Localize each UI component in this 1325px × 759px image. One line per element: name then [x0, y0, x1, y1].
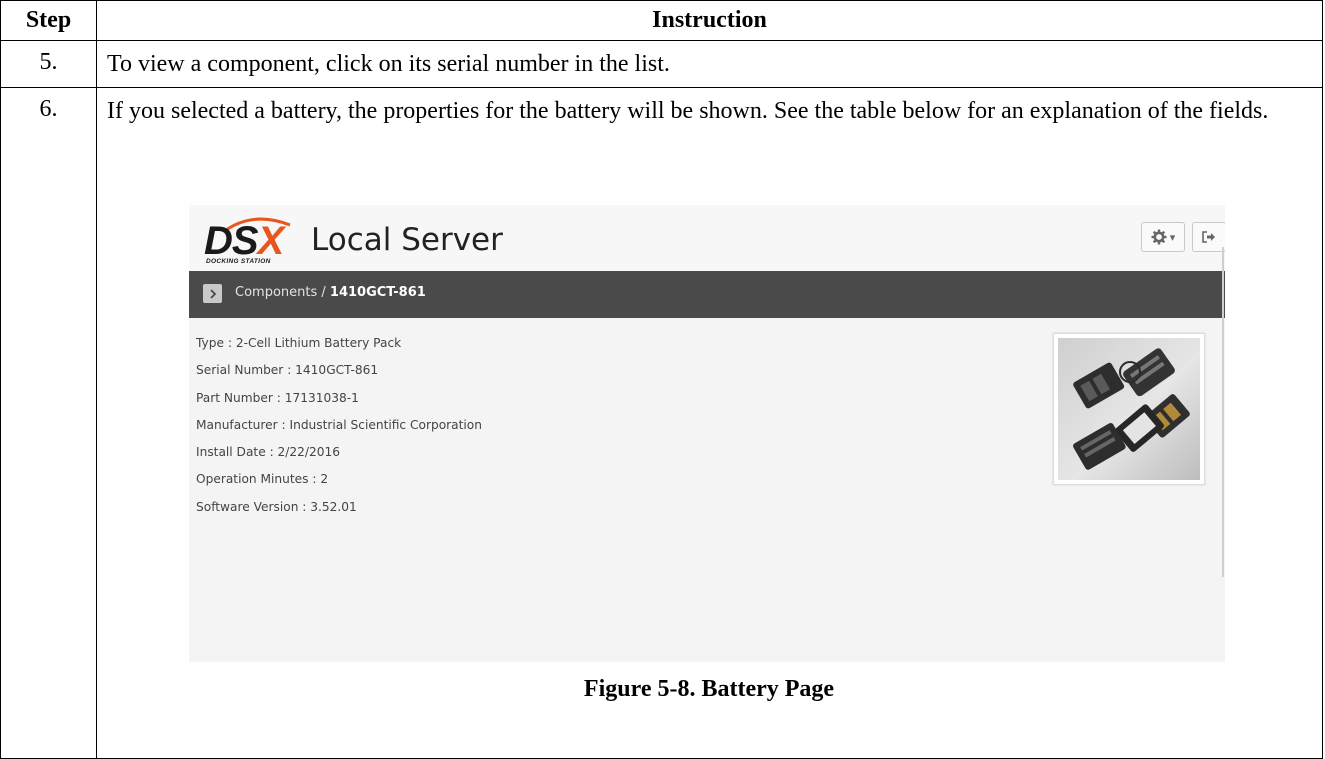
property-software-version: Software Version : 3.52.01: [196, 499, 357, 514]
instruction-text: To view a component, click on its serial…: [96, 40, 1323, 88]
breadcrumb: Components / 1410GCT-861: [189, 271, 1225, 318]
table-header-row: Step Instruction: [0, 0, 1323, 41]
property-operation-minutes: Operation Minutes : 2: [196, 472, 329, 487]
app-header: DSX DOCKING STATION Local Server ▾: [189, 205, 1225, 271]
property-part-number: Part Number : 17131038-1: [196, 390, 359, 405]
figure-caption: Figure 5-8. Battery Page: [583, 676, 835, 702]
battery-photo: [1058, 338, 1200, 480]
settings-button[interactable]: ▾: [1141, 222, 1185, 252]
table-row: 5. To view a component, click on its ser…: [0, 40, 1323, 88]
sidebar-toggle-button[interactable]: [203, 284, 222, 303]
logout-button[interactable]: [1192, 222, 1225, 252]
gear-icon: [1151, 229, 1167, 245]
step-number: 5.: [0, 40, 97, 88]
battery-page-screenshot: DSX DOCKING STATION Local Server ▾ Compo…: [189, 205, 1225, 662]
battery-pack-photo-icon: [1073, 348, 1190, 470]
header-step: Step: [0, 0, 97, 41]
header-instruction: Instruction: [96, 0, 1323, 41]
chevron-right-icon: [209, 288, 216, 299]
property-type: Type : 2-Cell Lithium Battery Pack: [196, 336, 402, 350]
battery-image: [1053, 333, 1205, 485]
chevron-down-icon: ▾: [1169, 230, 1176, 244]
scrollbar[interactable]: [1222, 247, 1224, 577]
property-manufacturer: Manufacturer : Industrial Scientific Cor…: [196, 417, 482, 432]
breadcrumb-current: 1410GCT-861: [329, 285, 426, 300]
logo-subtitle: DOCKING STATION: [206, 258, 271, 265]
property-serial-number: Serial Number : 1410GCT-861: [196, 363, 379, 378]
component-properties: Type : 2-Cell Lithium Battery Pack Seria…: [196, 336, 482, 527]
dsx-logo: DSX DOCKING STATION Local Server: [204, 215, 504, 267]
breadcrumb-path: Components / 1410GCT-861: [235, 285, 426, 300]
step-number: 6.: [0, 87, 97, 759]
breadcrumb-components-link[interactable]: Components /: [235, 285, 326, 300]
logout-icon: [1202, 231, 1215, 243]
app-title: Local Server: [311, 222, 503, 258]
property-install-date: Install Date : 2/22/2016: [196, 445, 341, 460]
